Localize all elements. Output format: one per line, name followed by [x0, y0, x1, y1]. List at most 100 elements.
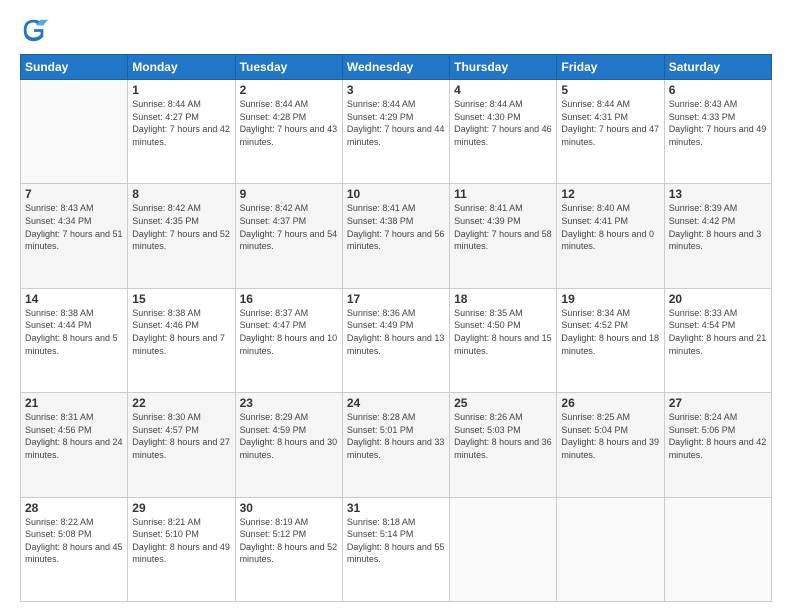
calendar-cell: 8Sunrise: 8:42 AMSunset: 4:35 PMDaylight… — [128, 184, 235, 288]
day-number: 12 — [561, 187, 659, 201]
day-info: Sunrise: 8:44 AMSunset: 4:28 PMDaylight:… — [240, 98, 338, 148]
day-info: Sunrise: 8:38 AMSunset: 4:44 PMDaylight:… — [25, 307, 123, 357]
day-number: 18 — [454, 292, 552, 306]
calendar-week-4: 21Sunrise: 8:31 AMSunset: 4:56 PMDayligh… — [21, 393, 772, 497]
day-number: 6 — [669, 83, 767, 97]
weekday-header-friday: Friday — [557, 55, 664, 80]
day-info: Sunrise: 8:43 AMSunset: 4:33 PMDaylight:… — [669, 98, 767, 148]
day-number: 8 — [132, 187, 230, 201]
day-number: 15 — [132, 292, 230, 306]
calendar-cell: 23Sunrise: 8:29 AMSunset: 4:59 PMDayligh… — [235, 393, 342, 497]
calendar-cell: 12Sunrise: 8:40 AMSunset: 4:41 PMDayligh… — [557, 184, 664, 288]
day-number: 30 — [240, 501, 338, 515]
day-info: Sunrise: 8:19 AMSunset: 5:12 PMDaylight:… — [240, 516, 338, 566]
day-info: Sunrise: 8:29 AMSunset: 4:59 PMDaylight:… — [240, 411, 338, 461]
day-info: Sunrise: 8:44 AMSunset: 4:30 PMDaylight:… — [454, 98, 552, 148]
day-info: Sunrise: 8:41 AMSunset: 4:39 PMDaylight:… — [454, 202, 552, 252]
weekday-header-tuesday: Tuesday — [235, 55, 342, 80]
calendar-cell: 26Sunrise: 8:25 AMSunset: 5:04 PMDayligh… — [557, 393, 664, 497]
calendar-cell: 16Sunrise: 8:37 AMSunset: 4:47 PMDayligh… — [235, 288, 342, 392]
day-info: Sunrise: 8:38 AMSunset: 4:46 PMDaylight:… — [132, 307, 230, 357]
day-number: 25 — [454, 396, 552, 410]
calendar-cell: 24Sunrise: 8:28 AMSunset: 5:01 PMDayligh… — [342, 393, 449, 497]
day-number: 11 — [454, 187, 552, 201]
day-number: 31 — [347, 501, 445, 515]
day-number: 22 — [132, 396, 230, 410]
weekday-header-wednesday: Wednesday — [342, 55, 449, 80]
day-number: 13 — [669, 187, 767, 201]
day-number: 20 — [669, 292, 767, 306]
day-info: Sunrise: 8:30 AMSunset: 4:57 PMDaylight:… — [132, 411, 230, 461]
day-info: Sunrise: 8:25 AMSunset: 5:04 PMDaylight:… — [561, 411, 659, 461]
day-number: 10 — [347, 187, 445, 201]
calendar-cell: 31Sunrise: 8:18 AMSunset: 5:14 PMDayligh… — [342, 497, 449, 601]
calendar-cell — [21, 80, 128, 184]
calendar-cell: 22Sunrise: 8:30 AMSunset: 4:57 PMDayligh… — [128, 393, 235, 497]
calendar-cell: 5Sunrise: 8:44 AMSunset: 4:31 PMDaylight… — [557, 80, 664, 184]
day-number: 1 — [132, 83, 230, 97]
day-number: 28 — [25, 501, 123, 515]
logo-icon — [20, 16, 48, 44]
day-number: 29 — [132, 501, 230, 515]
calendar-cell: 6Sunrise: 8:43 AMSunset: 4:33 PMDaylight… — [664, 80, 771, 184]
calendar-cell — [664, 497, 771, 601]
day-number: 26 — [561, 396, 659, 410]
day-number: 19 — [561, 292, 659, 306]
calendar-header-row: SundayMondayTuesdayWednesdayThursdayFrid… — [21, 55, 772, 80]
day-info: Sunrise: 8:39 AMSunset: 4:42 PMDaylight:… — [669, 202, 767, 252]
calendar-cell: 11Sunrise: 8:41 AMSunset: 4:39 PMDayligh… — [450, 184, 557, 288]
day-info: Sunrise: 8:24 AMSunset: 5:06 PMDaylight:… — [669, 411, 767, 461]
day-info: Sunrise: 8:44 AMSunset: 4:29 PMDaylight:… — [347, 98, 445, 148]
calendar-cell: 20Sunrise: 8:33 AMSunset: 4:54 PMDayligh… — [664, 288, 771, 392]
calendar-cell: 28Sunrise: 8:22 AMSunset: 5:08 PMDayligh… — [21, 497, 128, 601]
header — [20, 16, 772, 44]
day-number: 4 — [454, 83, 552, 97]
day-info: Sunrise: 8:33 AMSunset: 4:54 PMDaylight:… — [669, 307, 767, 357]
day-info: Sunrise: 8:42 AMSunset: 4:37 PMDaylight:… — [240, 202, 338, 252]
day-number: 9 — [240, 187, 338, 201]
day-number: 16 — [240, 292, 338, 306]
day-info: Sunrise: 8:26 AMSunset: 5:03 PMDaylight:… — [454, 411, 552, 461]
day-info: Sunrise: 8:41 AMSunset: 4:38 PMDaylight:… — [347, 202, 445, 252]
calendar-cell: 14Sunrise: 8:38 AMSunset: 4:44 PMDayligh… — [21, 288, 128, 392]
day-info: Sunrise: 8:35 AMSunset: 4:50 PMDaylight:… — [454, 307, 552, 357]
calendar-week-5: 28Sunrise: 8:22 AMSunset: 5:08 PMDayligh… — [21, 497, 772, 601]
day-info: Sunrise: 8:42 AMSunset: 4:35 PMDaylight:… — [132, 202, 230, 252]
day-info: Sunrise: 8:40 AMSunset: 4:41 PMDaylight:… — [561, 202, 659, 252]
calendar-cell: 19Sunrise: 8:34 AMSunset: 4:52 PMDayligh… — [557, 288, 664, 392]
day-number: 24 — [347, 396, 445, 410]
calendar-cell: 29Sunrise: 8:21 AMSunset: 5:10 PMDayligh… — [128, 497, 235, 601]
day-info: Sunrise: 8:44 AMSunset: 4:27 PMDaylight:… — [132, 98, 230, 148]
calendar-cell: 18Sunrise: 8:35 AMSunset: 4:50 PMDayligh… — [450, 288, 557, 392]
calendar-week-3: 14Sunrise: 8:38 AMSunset: 4:44 PMDayligh… — [21, 288, 772, 392]
day-info: Sunrise: 8:22 AMSunset: 5:08 PMDaylight:… — [25, 516, 123, 566]
day-number: 23 — [240, 396, 338, 410]
day-number: 21 — [25, 396, 123, 410]
day-number: 5 — [561, 83, 659, 97]
day-info: Sunrise: 8:21 AMSunset: 5:10 PMDaylight:… — [132, 516, 230, 566]
calendar-cell: 15Sunrise: 8:38 AMSunset: 4:46 PMDayligh… — [128, 288, 235, 392]
day-number: 17 — [347, 292, 445, 306]
day-info: Sunrise: 8:28 AMSunset: 5:01 PMDaylight:… — [347, 411, 445, 461]
weekday-header-thursday: Thursday — [450, 55, 557, 80]
day-number: 27 — [669, 396, 767, 410]
calendar-cell: 9Sunrise: 8:42 AMSunset: 4:37 PMDaylight… — [235, 184, 342, 288]
day-info: Sunrise: 8:43 AMSunset: 4:34 PMDaylight:… — [25, 202, 123, 252]
day-info: Sunrise: 8:44 AMSunset: 4:31 PMDaylight:… — [561, 98, 659, 148]
day-number: 3 — [347, 83, 445, 97]
calendar: SundayMondayTuesdayWednesdayThursdayFrid… — [20, 54, 772, 602]
calendar-cell: 10Sunrise: 8:41 AMSunset: 4:38 PMDayligh… — [342, 184, 449, 288]
day-info: Sunrise: 8:18 AMSunset: 5:14 PMDaylight:… — [347, 516, 445, 566]
calendar-cell — [450, 497, 557, 601]
calendar-week-2: 7Sunrise: 8:43 AMSunset: 4:34 PMDaylight… — [21, 184, 772, 288]
day-info: Sunrise: 8:31 AMSunset: 4:56 PMDaylight:… — [25, 411, 123, 461]
calendar-cell: 4Sunrise: 8:44 AMSunset: 4:30 PMDaylight… — [450, 80, 557, 184]
weekday-header-saturday: Saturday — [664, 55, 771, 80]
calendar-week-1: 1Sunrise: 8:44 AMSunset: 4:27 PMDaylight… — [21, 80, 772, 184]
day-info: Sunrise: 8:36 AMSunset: 4:49 PMDaylight:… — [347, 307, 445, 357]
calendar-cell: 25Sunrise: 8:26 AMSunset: 5:03 PMDayligh… — [450, 393, 557, 497]
day-info: Sunrise: 8:34 AMSunset: 4:52 PMDaylight:… — [561, 307, 659, 357]
logo — [20, 16, 52, 44]
day-number: 2 — [240, 83, 338, 97]
calendar-cell: 1Sunrise: 8:44 AMSunset: 4:27 PMDaylight… — [128, 80, 235, 184]
